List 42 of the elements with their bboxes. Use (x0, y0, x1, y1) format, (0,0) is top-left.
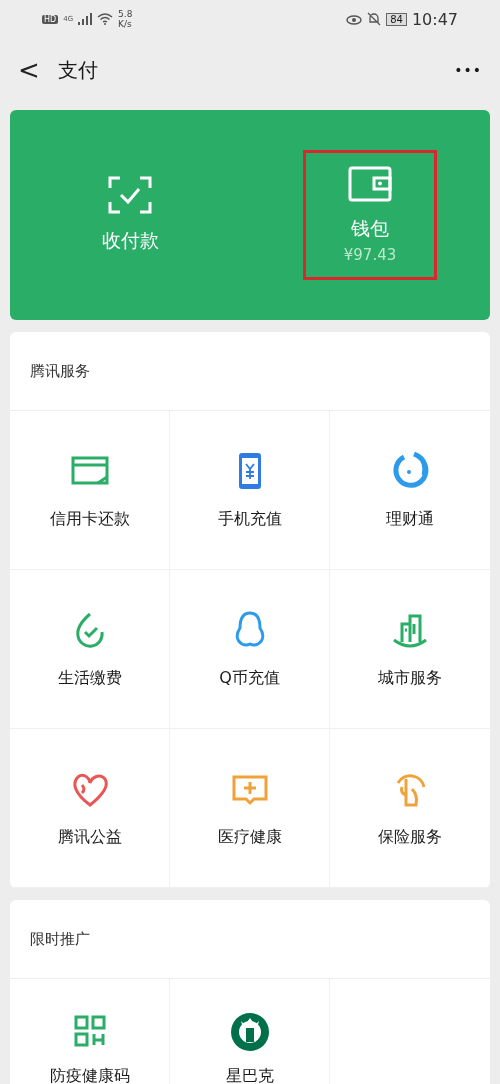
section-title: 限时推广 (10, 900, 490, 979)
service-tile[interactable]: Q币充值 (170, 570, 330, 729)
speed-unit: K/s (118, 19, 133, 29)
network-speed: 5.8 (118, 9, 133, 19)
more-button[interactable]: ••• (454, 62, 482, 78)
page-title: 支付 (57, 56, 99, 84)
bell-off-icon (367, 12, 382, 26)
battery-level: 84 (386, 12, 407, 26)
service-label: 防疫健康码 (49, 1066, 130, 1084)
eye-icon (346, 13, 363, 25)
service-tile[interactable]: 理财通 (330, 411, 490, 570)
round-logo-icon (229, 1012, 270, 1052)
service-tile[interactable]: 手机充值 (170, 411, 330, 570)
wifi-icon (97, 13, 114, 25)
service-tile[interactable]: 防疫健康码 (10, 979, 170, 1084)
service-label: 城市服务 (378, 667, 442, 689)
service-label: 手机充值 (217, 508, 282, 530)
scan-icon (108, 176, 152, 214)
wallet-icon (348, 166, 392, 202)
service-tile[interactable]: 生活缴费 (10, 570, 170, 729)
service-label: 腾讯公益 (57, 826, 122, 848)
service-label: 生活缴费 (57, 667, 122, 689)
section-title: 腾讯服务 (10, 332, 490, 411)
tile-label: 收付款 (101, 228, 159, 253)
service-tile[interactable]: 保险服务 (330, 729, 490, 888)
service-label: 信用卡还款 (49, 508, 130, 530)
service-label: Q币充值 (219, 667, 280, 689)
signal-icon (78, 13, 93, 25)
back-button[interactable]: < (18, 55, 40, 85)
service-tile[interactable]: 城市服务 (330, 570, 490, 729)
hd-badge: HD (42, 14, 59, 24)
service-label: 星巴克 (225, 1066, 274, 1084)
service-tile[interactable]: 信用卡还款 (10, 411, 170, 570)
service-tile[interactable]: 星巴克 (170, 979, 330, 1084)
tile-label: 钱包 (351, 216, 389, 241)
service-label: 理财通 (386, 508, 434, 530)
service-tile[interactable]: 腾讯公益 (10, 729, 170, 888)
service-tile[interactable]: 医疗健康 (170, 729, 330, 888)
balance-amount: ¥97.43 (343, 246, 397, 264)
service-label: 保险服务 (378, 826, 442, 848)
clock: 10:47 (411, 9, 458, 29)
service-label: 医疗健康 (217, 826, 282, 848)
